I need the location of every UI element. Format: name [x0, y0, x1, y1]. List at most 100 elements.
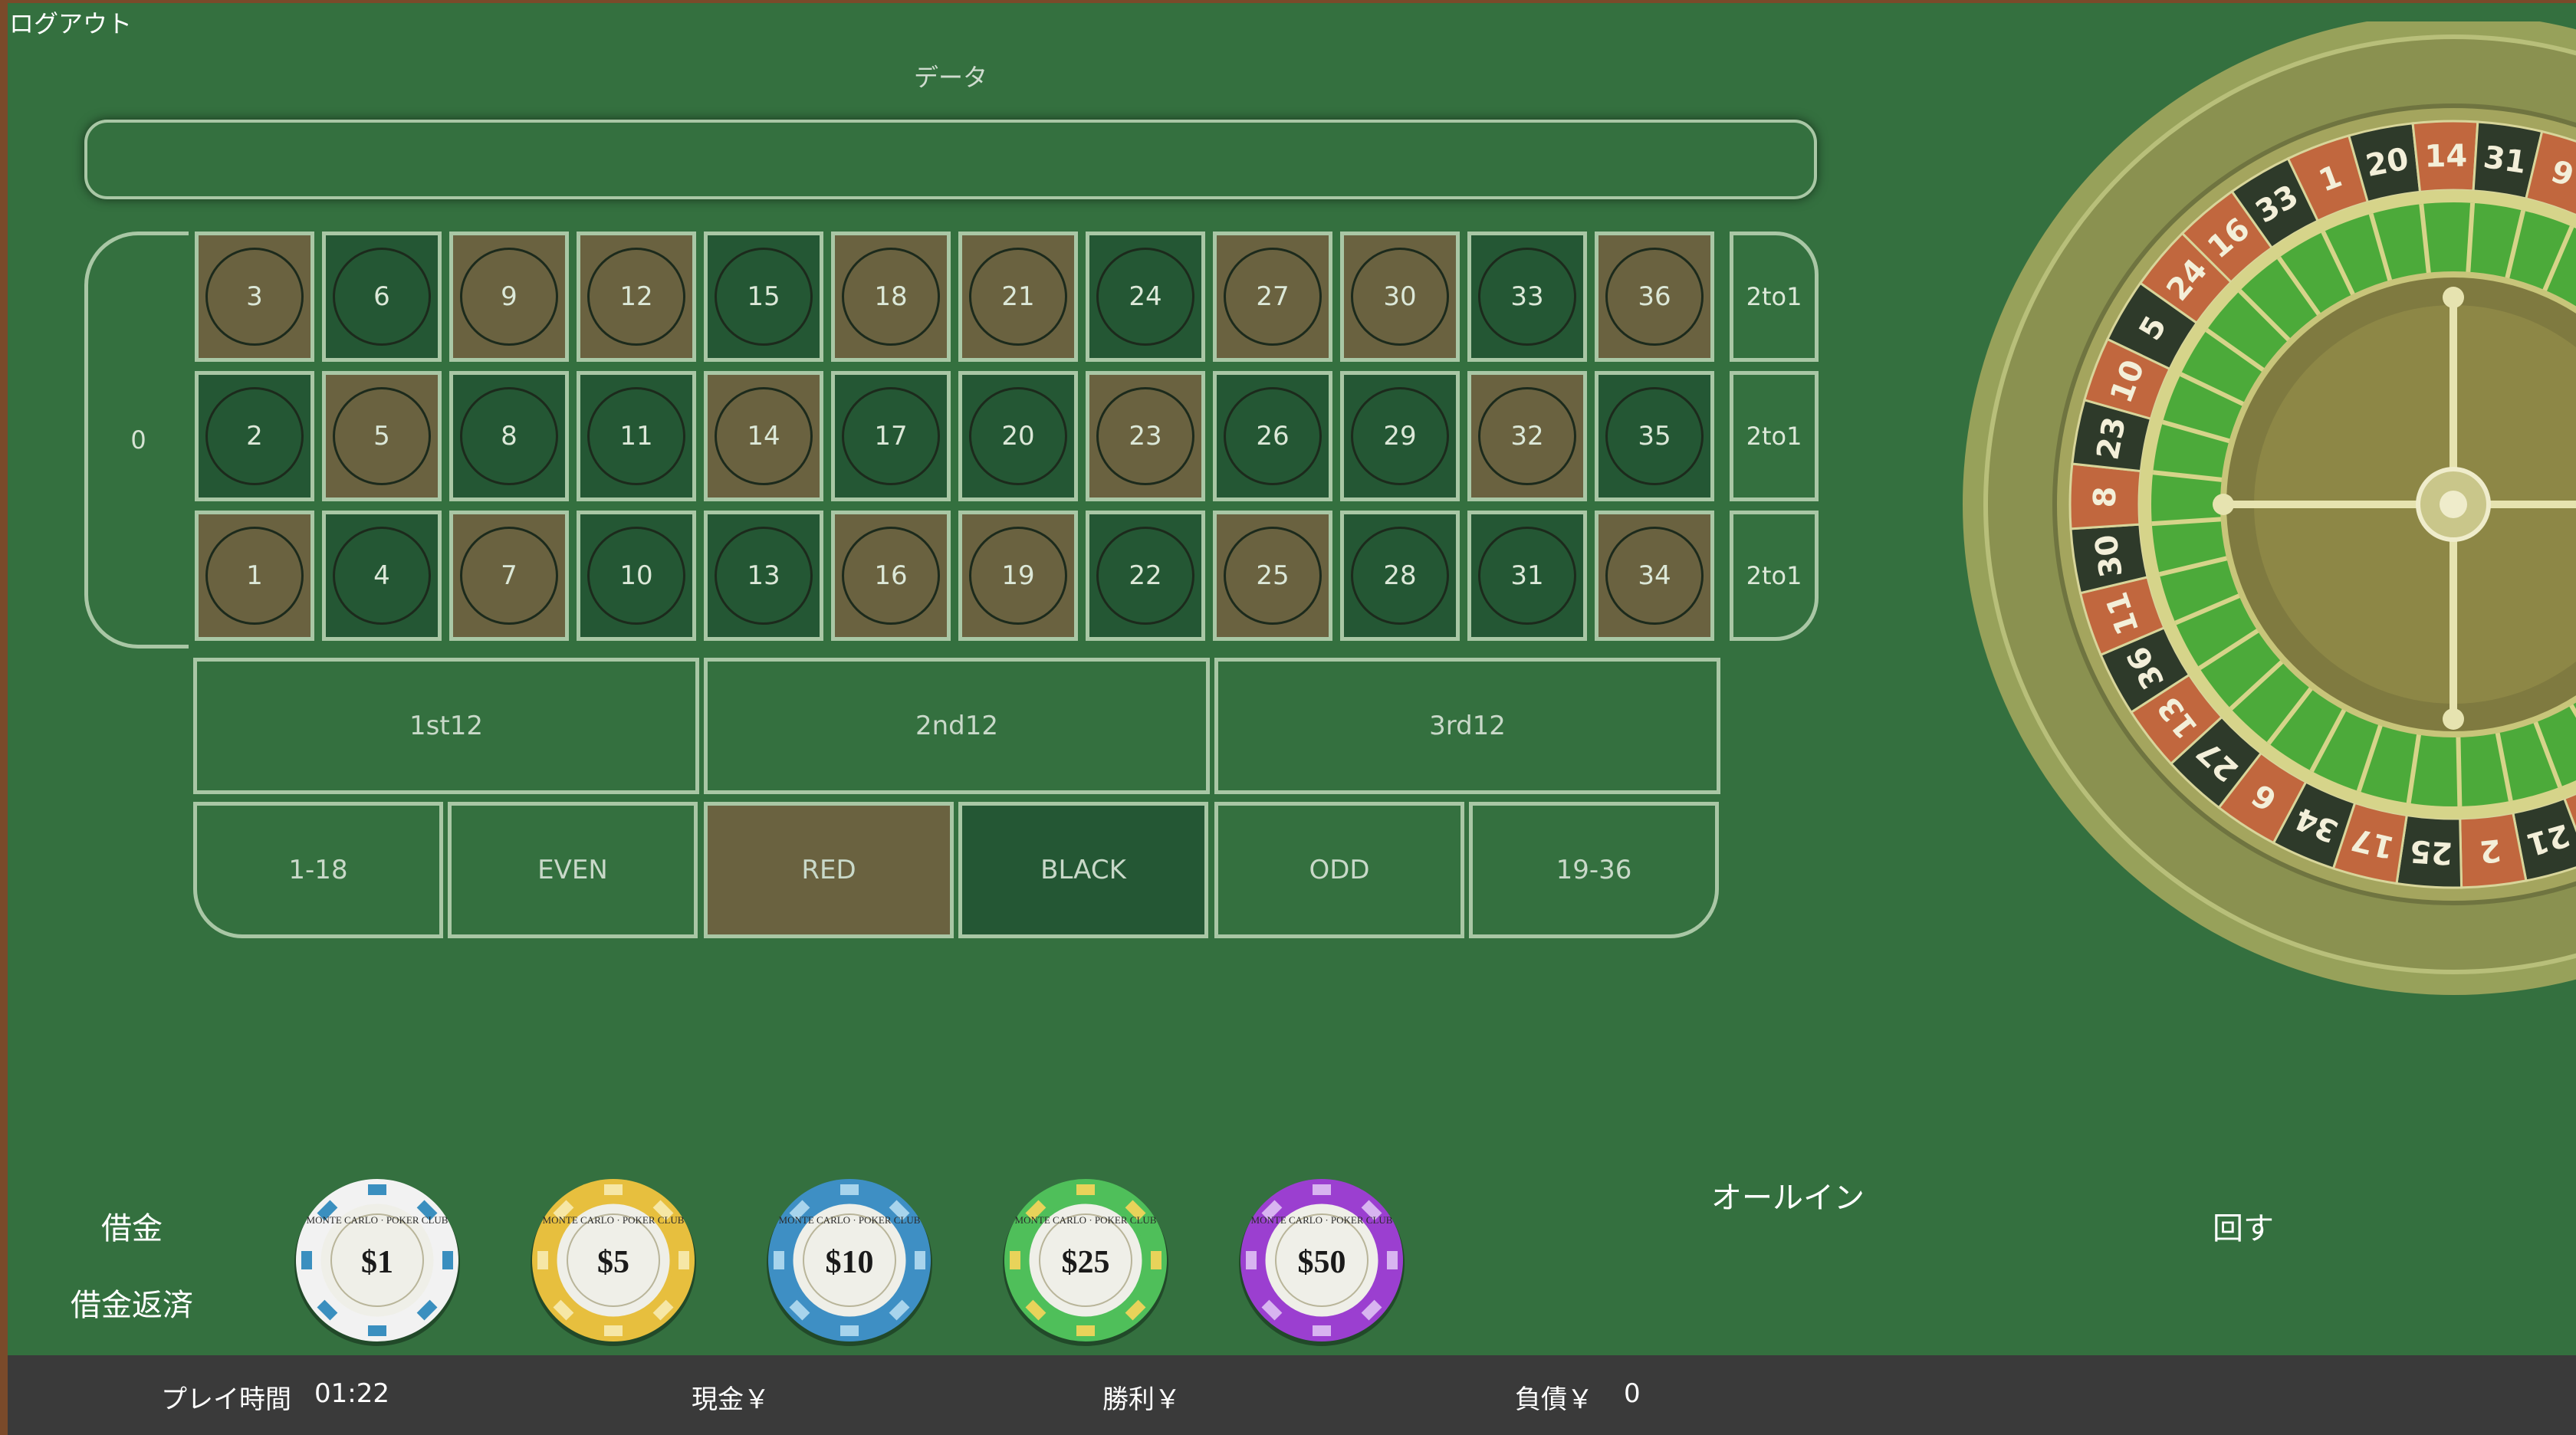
bet-cell-zero[interactable]: 0	[84, 232, 189, 649]
chip-brand: MONTE CARLO · POKER CLUB	[779, 1214, 921, 1226]
bet-cell[interactable]: 16	[831, 511, 951, 641]
bet-cell-outside[interactable]: RED	[704, 802, 954, 938]
chip-brand: MONTE CARLO · POKER CLUB	[543, 1214, 685, 1226]
number-label: 26	[1224, 387, 1322, 485]
bet-cell[interactable]: 24	[1086, 232, 1205, 362]
bet-cell-column[interactable]: 2to1	[1730, 511, 1819, 641]
bet-cell[interactable]: 18	[831, 232, 951, 362]
bet-cell[interactable]: 28	[1340, 511, 1460, 641]
bet-cell[interactable]: 8	[449, 371, 569, 501]
bet-cell[interactable]: 25	[1213, 511, 1332, 641]
window-frame-top	[0, 0, 2576, 3]
bet-cell-dozen[interactable]: 2nd12	[704, 658, 1210, 794]
bet-cell[interactable]: 36	[1595, 232, 1714, 362]
bet-cell[interactable]: 32	[1467, 371, 1587, 501]
bet-cell[interactable]: 12	[577, 232, 696, 362]
bet-cell[interactable]: 22	[1086, 511, 1205, 641]
number-label: 5	[333, 387, 431, 485]
bet-cell[interactable]: 35	[1595, 371, 1714, 501]
bet-cell[interactable]: 17	[831, 371, 951, 501]
bet-cell-outside[interactable]: EVEN	[448, 802, 698, 938]
debt-label: 負債￥	[1515, 1384, 1593, 1415]
bet-cell[interactable]: 15	[704, 232, 823, 362]
bet-cell-dozen[interactable]: 3rd12	[1214, 658, 1720, 794]
number-label: 31	[1478, 527, 1576, 625]
spin-button[interactable]: 回す	[2213, 1203, 2274, 1248]
data-display-bar	[84, 120, 1817, 199]
number-label: 11	[587, 387, 685, 485]
bet-cell-dozen[interactable]: 1st12	[193, 658, 699, 794]
number-label: 13	[715, 527, 813, 625]
bet-cell[interactable]: 19	[958, 511, 1078, 641]
chip-value: $50	[1298, 1245, 1346, 1280]
play-time-value: 01:22	[314, 1378, 389, 1409]
number-label: 1	[205, 527, 304, 625]
chip-button[interactable]: $1 MONTE CARLO · POKER CLUB	[291, 1176, 463, 1348]
bet-cell[interactable]: 23	[1086, 371, 1205, 501]
chip-button[interactable]: $50 MONTE CARLO · POKER CLUB	[1236, 1176, 1408, 1348]
bet-cell-outside[interactable]: BLACK	[958, 802, 1208, 938]
bet-cell[interactable]: 3	[195, 232, 314, 362]
number-label: 7	[460, 527, 558, 625]
status-bar: プレイ時間 01:22 現金￥ 勝利￥ 負債￥ 0	[8, 1355, 2576, 1435]
bet-cell[interactable]: 21	[958, 232, 1078, 362]
repay-debt-button[interactable]: 借金返済	[71, 1280, 193, 1325]
number-label: 34	[1605, 527, 1704, 625]
number-label: 35	[1605, 387, 1704, 485]
bet-cell[interactable]: 7	[449, 511, 569, 641]
bet-cell[interactable]: 31	[1467, 511, 1587, 641]
bet-cell[interactable]: 1	[195, 511, 314, 641]
bet-cell[interactable]: 9	[449, 232, 569, 362]
number-label: 4	[333, 527, 431, 625]
wheel-number: 8	[2088, 486, 2124, 508]
wheel-number: 25	[2409, 832, 2453, 870]
chip-button[interactable]: $10 MONTE CARLO · POKER CLUB	[764, 1176, 935, 1348]
chip-button[interactable]: $25 MONTE CARLO · POKER CLUB	[1000, 1176, 1171, 1348]
bet-cell[interactable]: 13	[704, 511, 823, 641]
bet-cell[interactable]: 20	[958, 371, 1078, 501]
bet-cell[interactable]: 11	[577, 371, 696, 501]
bet-cell[interactable]: 29	[1340, 371, 1460, 501]
number-label: 29	[1351, 387, 1449, 485]
number-label: 25	[1224, 527, 1322, 625]
number-label: 19	[969, 527, 1067, 625]
borrow-button[interactable]: 借金	[101, 1203, 163, 1248]
bet-cell[interactable]: 34	[1595, 511, 1714, 641]
number-label: 33	[1478, 248, 1576, 346]
bet-cell[interactable]: 4	[322, 511, 442, 641]
chip-brand: MONTE CARLO · POKER CLUB	[1015, 1214, 1157, 1226]
logout-link[interactable]: ログアウト	[9, 5, 132, 40]
bet-cell-column[interactable]: 2to1	[1730, 371, 1819, 501]
chip-button[interactable]: $5 MONTE CARLO · POKER CLUB	[527, 1176, 699, 1348]
wheel-number: 30	[2088, 532, 2130, 580]
chip-value: $5	[597, 1245, 629, 1280]
bet-cell[interactable]: 30	[1340, 232, 1460, 362]
number-label: 16	[842, 527, 940, 625]
number-label: 18	[842, 248, 940, 346]
chip-brand: MONTE CARLO · POKER CLUB	[1251, 1214, 1393, 1226]
bet-cell[interactable]: 5	[322, 371, 442, 501]
bet-cell[interactable]: 26	[1213, 371, 1332, 501]
bet-cell[interactable]: 27	[1213, 232, 1332, 362]
bet-cell-outside[interactable]: 19-36	[1469, 802, 1719, 938]
window-frame-left	[0, 0, 8, 1435]
number-label: 12	[587, 248, 685, 346]
wheel-number: 2	[2478, 832, 2503, 869]
bet-cell[interactable]: 14	[704, 371, 823, 501]
bet-cell-outside[interactable]: 1-18	[193, 802, 443, 938]
number-label: 8	[460, 387, 558, 485]
bet-cell[interactable]: 33	[1467, 232, 1587, 362]
data-label: データ	[913, 63, 987, 92]
roulette-wheel: 1633120143192218297281235326032151942122…	[1963, 21, 2576, 995]
bet-cell[interactable]: 2	[195, 371, 314, 501]
bet-cell-outside[interactable]: ODD	[1214, 802, 1464, 938]
number-label: 17	[842, 387, 940, 485]
bet-cell[interactable]: 6	[322, 232, 442, 362]
bet-cell-column[interactable]: 2to1	[1730, 232, 1819, 362]
all-in-button[interactable]: オールイン	[1711, 1173, 1865, 1217]
bet-cell[interactable]: 10	[577, 511, 696, 641]
play-time-label: プレイ時間	[161, 1384, 291, 1415]
number-label: 28	[1351, 527, 1449, 625]
number-label: 36	[1605, 248, 1704, 346]
wheel-number: 31	[2481, 140, 2528, 181]
